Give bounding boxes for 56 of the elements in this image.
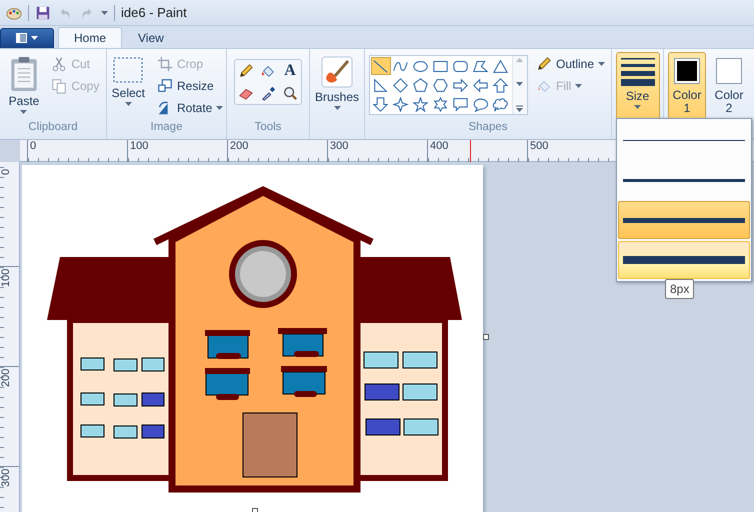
line-thickness-icon: [620, 55, 656, 87]
menu-icon: [15, 32, 39, 44]
shape-button[interactable]: [490, 57, 511, 75]
caret-icon: [575, 84, 582, 88]
select-button[interactable]: Select: [108, 53, 149, 109]
scissors-icon: [51, 56, 68, 72]
rotate-button[interactable]: Rotate: [155, 97, 226, 119]
group-label: Image: [150, 121, 182, 135]
ruler-label: 0: [0, 167, 19, 267]
ruler-label: 100: [0, 267, 19, 367]
caret-icon: [20, 110, 28, 114]
application-menu-button[interactable]: [0, 28, 54, 48]
fill-bucket-icon: [260, 63, 276, 79]
caret-icon: [216, 106, 224, 110]
expand-gallery-icon[interactable]: [516, 105, 524, 112]
scroll-down-icon[interactable]: [516, 82, 524, 86]
shape-button[interactable]: [490, 76, 511, 94]
pencil-icon: [536, 56, 552, 72]
resize-icon: [157, 78, 173, 94]
shape-button[interactable]: [410, 95, 431, 113]
crop-icon: [157, 56, 173, 72]
ribbon-tab[interactable]: Home: [58, 27, 122, 48]
caret-icon: [598, 62, 606, 66]
line-size-option[interactable]: [618, 201, 750, 239]
window-title: ide6 - Paint: [121, 5, 187, 20]
brushes-button[interactable]: Brushes: [310, 53, 364, 113]
customize-menu-icon[interactable]: [101, 10, 108, 14]
caret-icon: [334, 106, 340, 110]
shape-button[interactable]: [370, 57, 391, 75]
paintbrush-icon: [321, 56, 353, 88]
fill-bucket-icon: [536, 78, 552, 94]
text-tool-button[interactable]: A: [279, 60, 301, 82]
shape-button[interactable]: [390, 95, 411, 113]
caret-icon: [124, 102, 132, 106]
clipboard-icon: [8, 56, 39, 92]
magnifier-icon: [282, 85, 298, 101]
shape-button[interactable]: [370, 95, 391, 113]
copy-icon: [51, 78, 68, 94]
drawing-canvas[interactable]: [22, 165, 483, 512]
selection-rectangle-icon: [112, 56, 144, 84]
resize-button[interactable]: Resize: [155, 75, 226, 97]
resize-handle[interactable]: [483, 334, 489, 340]
group-label: Tools: [254, 121, 282, 135]
color-button[interactable]: Color 2: [710, 52, 748, 122]
paste-button[interactable]: Paste: [4, 53, 44, 117]
outline-button[interactable]: Outline: [534, 53, 608, 75]
line-size-option[interactable]: [618, 241, 750, 279]
group-label: Clipboard: [28, 121, 78, 135]
color-picker-icon: [260, 85, 276, 101]
ruler-label: 200: [0, 367, 19, 467]
group-label: Shapes: [468, 121, 508, 135]
ribbon-tab[interactable]: View: [122, 27, 180, 48]
save-icon[interactable]: [35, 4, 51, 20]
caret-icon: [634, 105, 641, 109]
pencil-icon: [238, 63, 254, 79]
tooltip: 8px: [665, 279, 694, 299]
